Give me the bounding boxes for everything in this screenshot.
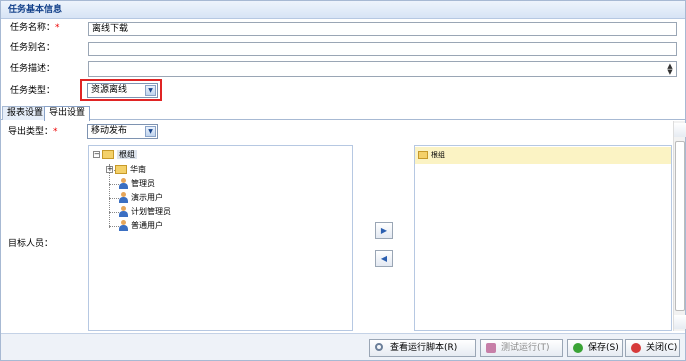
save-button[interactable]: 保存(S) [567,339,623,357]
collapse-icon[interactable]: − [93,151,100,158]
move-left-button[interactable]: ◀ [375,250,393,267]
selected-users-list[interactable]: 根组 [414,145,672,331]
desc-spinner-icon[interactable]: ▲ ▼ [665,63,675,76]
tree-node-label: 演示用户 [131,193,163,202]
tab-bar: 报表设置 导出设置 [1,104,685,121]
task-name-field[interactable]: 离线下载 [88,22,677,36]
folder-icon [418,151,428,159]
panel-scrollbar[interactable]: ▲ ▼ [673,121,686,331]
chevron-down-icon[interactable]: ▼ [145,126,156,137]
tree-node-label: 普通用户 [131,221,163,230]
user-icon [119,206,128,217]
export-type-label-text: 导出类型： [8,127,54,137]
required-mark: * [55,23,60,33]
tree-node-user[interactable]: 计划管理员 [119,206,171,218]
tree-node-root[interactable]: − 根组 [93,149,137,161]
tree-line [109,212,119,213]
tree-node-user[interactable]: 演示用户 [119,192,163,204]
tree-node-user[interactable]: 管理员 [119,178,155,190]
target-users-label: 目标人员： [8,239,54,249]
test-run-icon [486,343,496,353]
button-bar: 查看运行脚本(R) 测试运行(T) 保存(S) 关闭(C) [1,333,685,360]
view-script-button[interactable]: 查看运行脚本(R) [369,339,476,357]
arrow-right-icon: ▶ [380,226,388,235]
task-alias-label: 任务别名： [10,43,56,53]
task-desc-label: 任务描述： [10,64,56,74]
export-type-value: 移动发布 [91,126,128,136]
scroll-up-icon[interactable]: ▲ [674,123,686,137]
close-button[interactable]: 关闭(C) [625,339,680,357]
close-icon [631,343,641,353]
test-run-label: 测试运行(T) [501,343,550,353]
selected-item-label: 根组 [431,151,445,159]
tree-node-label: 根组 [117,150,137,159]
check-icon [573,343,583,353]
export-type-select[interactable]: 移动发布 ▼ [87,124,158,139]
user-icon [119,192,128,203]
tree-node-label: 管理员 [131,179,155,188]
task-name-label-text: 任务名称： [10,23,56,33]
move-right-button[interactable]: ▶ [375,222,393,239]
user-tree[interactable]: − 根组 + 华南 管理员 演示用户 计划管理员 普通用户 [88,145,353,331]
view-script-label: 查看运行脚本(R) [390,343,458,353]
required-mark-export: * [53,127,58,137]
tree-node-user[interactable]: 普通用户 [119,220,163,232]
arrow-left-icon: ◀ [380,254,388,263]
user-icon [119,178,128,189]
task-type-label: 任务类型： [10,86,56,96]
save-label: 保存(S) [588,343,619,353]
tree-line [109,184,119,185]
task-alias-field[interactable] [88,42,677,56]
close-label: 关闭(C) [646,343,678,353]
test-run-button[interactable]: 测试运行(T) [480,339,563,357]
task-name-label: 任务名称：* [10,21,60,35]
scroll-thumb[interactable] [675,141,685,311]
export-type-label: 导出类型：* [8,125,58,139]
task-desc-field[interactable]: ▲ ▼ [88,61,677,77]
tree-node-label: 华南 [130,165,146,174]
selected-item[interactable]: 根组 [415,147,671,164]
user-icon [119,220,128,231]
section-title: 任务基本信息 [1,1,685,19]
tab-export-settings[interactable]: 导出设置 [44,106,91,121]
folder-icon [115,165,127,174]
expand-icon[interactable]: + [106,166,113,173]
scroll-down-icon[interactable]: ▼ [674,315,686,329]
tree-line [109,226,119,227]
tree-node-group[interactable]: + 华南 [106,164,146,176]
tree-node-label: 计划管理员 [131,207,171,216]
search-icon [375,343,383,351]
tree-line [109,198,119,199]
highlight-box [80,79,162,101]
folder-icon [102,150,114,159]
tab-report-settings[interactable]: 报表设置 [2,106,49,120]
